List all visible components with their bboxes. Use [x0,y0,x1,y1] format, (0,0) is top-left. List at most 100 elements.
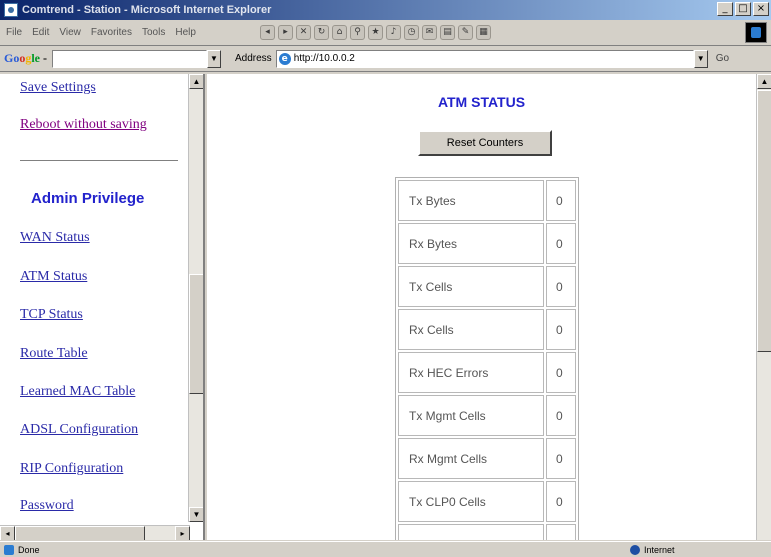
menu-file[interactable]: File [6,27,22,38]
edit-icon[interactable]: ✎ [458,25,473,40]
nav-rip-configuration[interactable]: RIP Configuration [20,461,123,477]
window-controls: _ □ × [717,2,769,16]
table-row: Tx CLP0 Cells 0 [398,481,576,522]
globe-icon [630,544,640,555]
address-row: Google - ▼ Address e http://10.0.0.2 ▼ G… [0,46,771,72]
stat-value: 0 [546,309,576,350]
nav-adsl-configuration[interactable]: ADSL Configuration [20,422,138,438]
windows-logo-icon [745,22,767,43]
stop-icon[interactable]: ✕ [296,25,311,40]
address-url: http://10.0.0.2 [293,53,355,64]
nav-route-table[interactable]: Route Table [20,346,88,362]
mail-icon[interactable]: ✉ [422,25,437,40]
address-input[interactable]: e http://10.0.0.2 [275,49,694,68]
nav-learned-mac-table[interactable]: Learned MAC Table [20,384,135,400]
table-row: Tx Mgmt Cells 0 [398,395,576,436]
stat-label: Rx Mgmt Cells [398,438,544,479]
stat-value: 0 [546,352,576,393]
google-search-input[interactable] [52,49,207,68]
search-icon[interactable]: ⚲ [350,25,365,40]
page-title: ATM STATUS [437,94,526,110]
stat-value: 0 [546,438,576,479]
reset-counters-button[interactable]: Reset Counters [418,130,552,156]
home-icon[interactable]: ⌂ [332,25,347,40]
stat-label: Tx Mgmt Cells [398,395,544,436]
stat-value [546,524,576,540]
status-bar: Done Internet [0,541,771,557]
media-icon[interactable]: ♪ [386,25,401,40]
stat-label: Tx Cells [398,266,544,307]
main-scroll-thumb[interactable] [757,90,771,352]
left-scroll-thumb[interactable] [189,274,203,394]
nav-save-settings[interactable]: Save Settings [20,80,96,96]
atm-status-table: Tx Bytes 0 Rx Bytes 0 Tx Cells 0 Rx Cells 0 … [395,177,579,540]
window-title: Comtrend - Station - Microsoft Internet … [22,4,272,16]
close-button[interactable]: × [753,2,769,16]
google-toolbar-logo[interactable]: Google - [0,51,52,66]
maximize-button[interactable]: □ [735,2,751,16]
nav-reboot-without-saving[interactable]: Reboot without saving [20,117,147,133]
nav-divider [20,160,178,161]
menu-help[interactable]: Help [175,27,196,38]
stat-label: Rx Cells [398,309,544,350]
minimize-button[interactable]: _ [717,2,733,16]
ie-window-icon [4,3,18,17]
left-nav-frame: Save Settings Reboot without saving Admi… [0,74,205,540]
table-row: Rx Bytes 0 [398,223,576,264]
discuss-icon[interactable]: ▦ [476,25,491,40]
go-button[interactable]: Go [716,53,729,64]
stat-label: Tx CLP0 Cells [398,481,544,522]
main-content-frame: ATM STATUS Reset Counters Tx Bytes 0 Rx B… [207,74,771,540]
menu-view[interactable]: View [59,27,81,38]
status-text: Done [18,544,40,555]
menu-bar: File Edit View Favorites Tools Help [0,27,260,38]
menu-edit[interactable]: Edit [32,27,49,38]
ie-page-icon: e [278,52,291,65]
main-vertical-scrollbar[interactable]: ▲ [756,74,771,540]
page-done-icon [4,544,14,555]
back-icon[interactable]: ◂ [260,25,275,40]
menu-tools[interactable]: Tools [142,27,165,38]
stat-value: 0 [546,180,576,221]
scroll-down-icon[interactable]: ▼ [189,507,203,522]
table-row [398,524,576,540]
main-scroll-up-icon[interactable]: ▲ [757,74,771,89]
nav-tcp-status[interactable]: TCP Status [20,307,83,323]
stat-label [398,524,544,540]
admin-privilege-heading: Admin Privilege [31,190,145,207]
menu-favorites[interactable]: Favorites [91,27,132,38]
favorites-icon[interactable]: ★ [368,25,383,40]
chevron-down-icon[interactable]: ▼ [207,49,221,68]
zone-text: Internet [644,544,675,555]
stat-label: Tx Bytes [398,180,544,221]
address-label: Address [235,53,272,64]
scroll-left-icon[interactable]: ◂ [0,526,15,540]
title-bar: Comtrend - Station - Microsoft Internet … [0,0,771,20]
stat-label: Rx Bytes [398,223,544,264]
left-hscroll-thumb[interactable] [15,526,145,540]
nav-wan-status[interactable]: WAN Status [20,230,90,246]
security-zone: Internet [630,544,675,555]
stat-value: 0 [546,395,576,436]
table-row: Tx Bytes 0 [398,180,576,221]
toolbar: ◂ ▸ ✕ ↻ ⌂ ⚲ ★ ♪ ◷ ✉ ▤ ✎ ▦ [260,25,491,40]
address-dropdown-icon[interactable]: ▼ [693,49,708,68]
nav-password[interactable]: Password [20,498,74,514]
menu-toolbar-row: File Edit View Favorites Tools Help ◂ ▸ … [0,20,771,46]
table-row: Rx HEC Errors 0 [398,352,576,393]
table-row: Rx Cells 0 [398,309,576,350]
print-icon[interactable]: ▤ [440,25,455,40]
left-vertical-scrollbar[interactable]: ▲ ▼ [188,74,203,522]
scroll-right-icon[interactable]: ▸ [175,526,190,540]
forward-icon[interactable]: ▸ [278,25,293,40]
stat-value: 0 [546,266,576,307]
stat-value: 0 [546,481,576,522]
stat-value: 0 [546,223,576,264]
table-row: Rx Mgmt Cells 0 [398,438,576,479]
stat-label: Rx HEC Errors [398,352,544,393]
scroll-up-icon[interactable]: ▲ [189,74,203,89]
nav-atm-status[interactable]: ATM Status [20,269,87,285]
refresh-icon[interactable]: ↻ [314,25,329,40]
history-icon[interactable]: ◷ [404,25,419,40]
left-horizontal-scrollbar[interactable]: ◂ ▸ [0,525,190,540]
